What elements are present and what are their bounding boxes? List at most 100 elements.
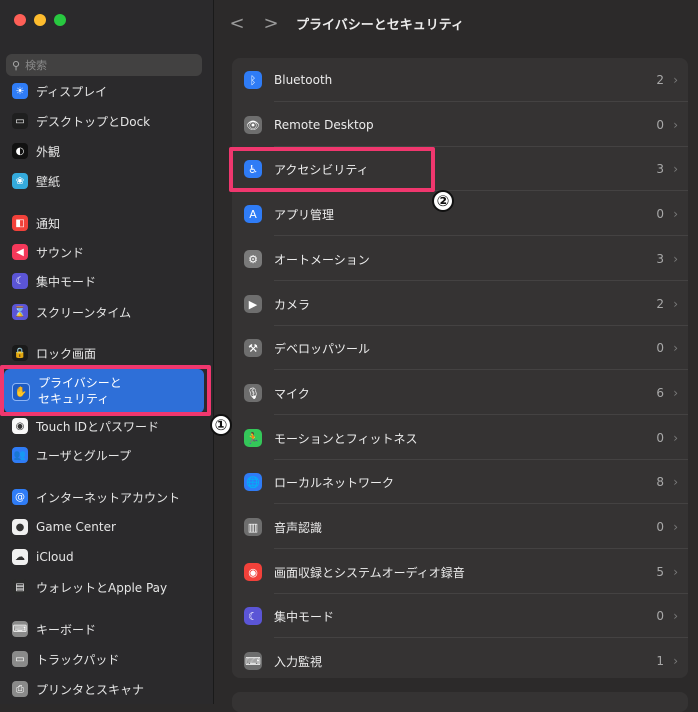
chevron-right-icon: ›: [673, 73, 678, 87]
sidebar-item-label: 外観: [36, 144, 61, 159]
sidebar-item[interactable]: @ インターネットアカウント: [12, 486, 180, 508]
internet-accounts-icon: @: [12, 489, 28, 505]
sidebar-item[interactable]: ☾ 集中モード: [12, 270, 96, 292]
sidebar-item-label: トラックパッド: [36, 652, 120, 667]
sidebar-item[interactable]: 👥 ユーザとグループ: [12, 444, 131, 466]
sidebar: ⚲ 検索 ☀ ディスプレイ ▭ デスクトップとDock ◐ 外観 ❀ 壁紙 ◧ 通知 ◀ サウンド ☾ 集…: [0, 0, 214, 704]
forward-button[interactable]: >: [260, 13, 282, 34]
sidebar-item[interactable]: ❀ 壁紙: [12, 170, 60, 192]
sidebar-item[interactable]: ⎙ プリンタとスキャナ: [12, 678, 144, 700]
sidebar-item-label: デスクトップとDock: [36, 114, 151, 129]
privacy-row[interactable]: ▶ カメラ 2 ›: [232, 282, 688, 326]
highlight-frame-sidebar: [0, 365, 211, 416]
privacy-row[interactable]: 🏃 モーションとフィットネス 0 ›: [232, 416, 688, 460]
sidebar-item-label: iCloud: [36, 550, 74, 564]
sidebar-item-label: ロック画面: [36, 346, 97, 361]
notification-icon: ◧: [12, 215, 28, 231]
chevron-right-icon: ›: [673, 386, 678, 400]
row-divider: [274, 503, 688, 504]
privacy-row[interactable]: ⌨ 入力監視 1 ›: [232, 639, 688, 678]
chevron-right-icon: ›: [673, 565, 678, 579]
sidebar-item[interactable]: ▭ トラックパッド: [12, 648, 119, 670]
row-divider: [274, 235, 688, 236]
sidebar-item[interactable]: ● Game Center: [12, 516, 116, 538]
privacy-row[interactable]: A アプリ管理 0 ›: [232, 192, 688, 236]
back-button[interactable]: <: [226, 13, 248, 34]
row-count: 8: [656, 475, 664, 489]
printer-icon: ⎙: [12, 681, 28, 697]
row-count: 0: [656, 609, 664, 623]
sidebar-item[interactable]: ◉ Touch IDとパスワード: [12, 415, 159, 437]
camera-icon: ▶: [244, 295, 262, 313]
sidebar-item[interactable]: ▭ デスクトップとDock: [12, 110, 150, 132]
close-window-button[interactable]: [14, 14, 26, 26]
privacy-row[interactable]: ⚒ デベロッパツール 0 ›: [232, 326, 688, 370]
search-placeholder: 検索: [25, 59, 48, 72]
row-count: 0: [656, 520, 664, 534]
privacy-row[interactable]: ◉ 画面収録とシステムオーディオ録音 5 ›: [232, 550, 688, 594]
chevron-right-icon: ›: [673, 609, 678, 623]
zoom-window-button[interactable]: [54, 14, 66, 26]
remote-desktop-icon: 👁: [244, 116, 262, 134]
row-label: 集中モード: [274, 609, 335, 624]
microphone-icon: 🎙: [244, 384, 262, 402]
row-label: 音声認識: [274, 520, 323, 535]
sidebar-item[interactable]: ☁ iCloud: [12, 546, 74, 568]
row-count: 1: [656, 654, 664, 668]
sidebar-item[interactable]: ▤ ウォレットとApple Pay: [12, 576, 167, 598]
privacy-row[interactable]: ᛒ Bluetooth 2 ›: [232, 58, 688, 102]
toolbar: < > プライバシーとセキュリティ: [214, 0, 698, 46]
display-icon: ☀: [12, 83, 28, 99]
page-title: プライバシーとセキュリティ: [296, 17, 464, 33]
next-section-panel: [232, 692, 688, 712]
local-network-icon: 🌐: [244, 473, 262, 491]
privacy-row[interactable]: ▥ 音声認識 0 ›: [232, 505, 688, 549]
row-count: 2: [656, 73, 664, 87]
row-count: 3: [656, 162, 664, 176]
sidebar-item-label: キーボード: [36, 622, 97, 637]
highlight-frame-accessibility: [229, 147, 435, 192]
minimize-window-button[interactable]: [34, 14, 46, 26]
sidebar-item[interactable]: ◧ 通知: [12, 212, 60, 234]
sidebar-item-label: インターネットアカウント: [36, 490, 181, 505]
sidebar-item[interactable]: ◐ 外観: [12, 140, 60, 162]
row-count: 0: [656, 341, 664, 355]
sidebar-item[interactable]: ⌨ キーボード: [12, 618, 96, 640]
row-count: 0: [656, 207, 664, 221]
privacy-row[interactable]: ☾ 集中モード 0 ›: [232, 594, 688, 638]
row-divider: [274, 369, 688, 370]
wallpaper-icon: ❀: [12, 173, 28, 189]
row-divider: [274, 548, 688, 549]
sidebar-item-label: ウォレットとApple Pay: [36, 580, 168, 595]
sidebar-item-label: スクリーンタイム: [36, 305, 132, 320]
row-label: 入力監視: [274, 654, 323, 669]
privacy-row[interactable]: 👁 Remote Desktop 0 ›: [232, 103, 688, 147]
row-count: 2: [656, 297, 664, 311]
search-input[interactable]: ⚲ 検索: [6, 54, 202, 76]
chevron-right-icon: ›: [673, 118, 678, 132]
chevron-right-icon: ›: [673, 475, 678, 489]
row-label: ローカルネットワーク: [274, 475, 395, 490]
game-center-icon: ●: [12, 519, 28, 535]
row-label: Bluetooth: [274, 73, 333, 87]
privacy-row[interactable]: 🎙 マイク 6 ›: [232, 371, 688, 415]
sidebar-item-label: 壁紙: [36, 174, 61, 189]
sidebar-item[interactable]: ☀ ディスプレイ: [12, 80, 107, 102]
sidebar-item-label: Touch IDとパスワード: [36, 419, 160, 434]
row-label: アプリ管理: [274, 207, 335, 222]
sidebar-item-label: サウンド: [36, 245, 85, 260]
sidebar-item[interactable]: ◀ サウンド: [12, 241, 84, 263]
row-divider: [274, 637, 688, 638]
dock-icon: ▭: [12, 113, 28, 129]
chevron-right-icon: ›: [673, 252, 678, 266]
privacy-row[interactable]: ⚙ オートメーション 3 ›: [232, 237, 688, 281]
bluetooth-icon: ᛒ: [244, 71, 262, 89]
sidebar-item[interactable]: 🔒 ロック画面: [12, 342, 96, 364]
row-count: 6: [656, 386, 664, 400]
sidebar-item[interactable]: ⌛ スクリーンタイム: [12, 301, 131, 323]
privacy-row[interactable]: 🌐 ローカルネットワーク 8 ›: [232, 460, 688, 504]
sidebar-item-label: ユーザとグループ: [36, 448, 132, 463]
users-icon: 👥: [12, 447, 28, 463]
sidebar-item-label: ディスプレイ: [36, 84, 108, 99]
annotation-number-1: ①: [210, 414, 232, 436]
